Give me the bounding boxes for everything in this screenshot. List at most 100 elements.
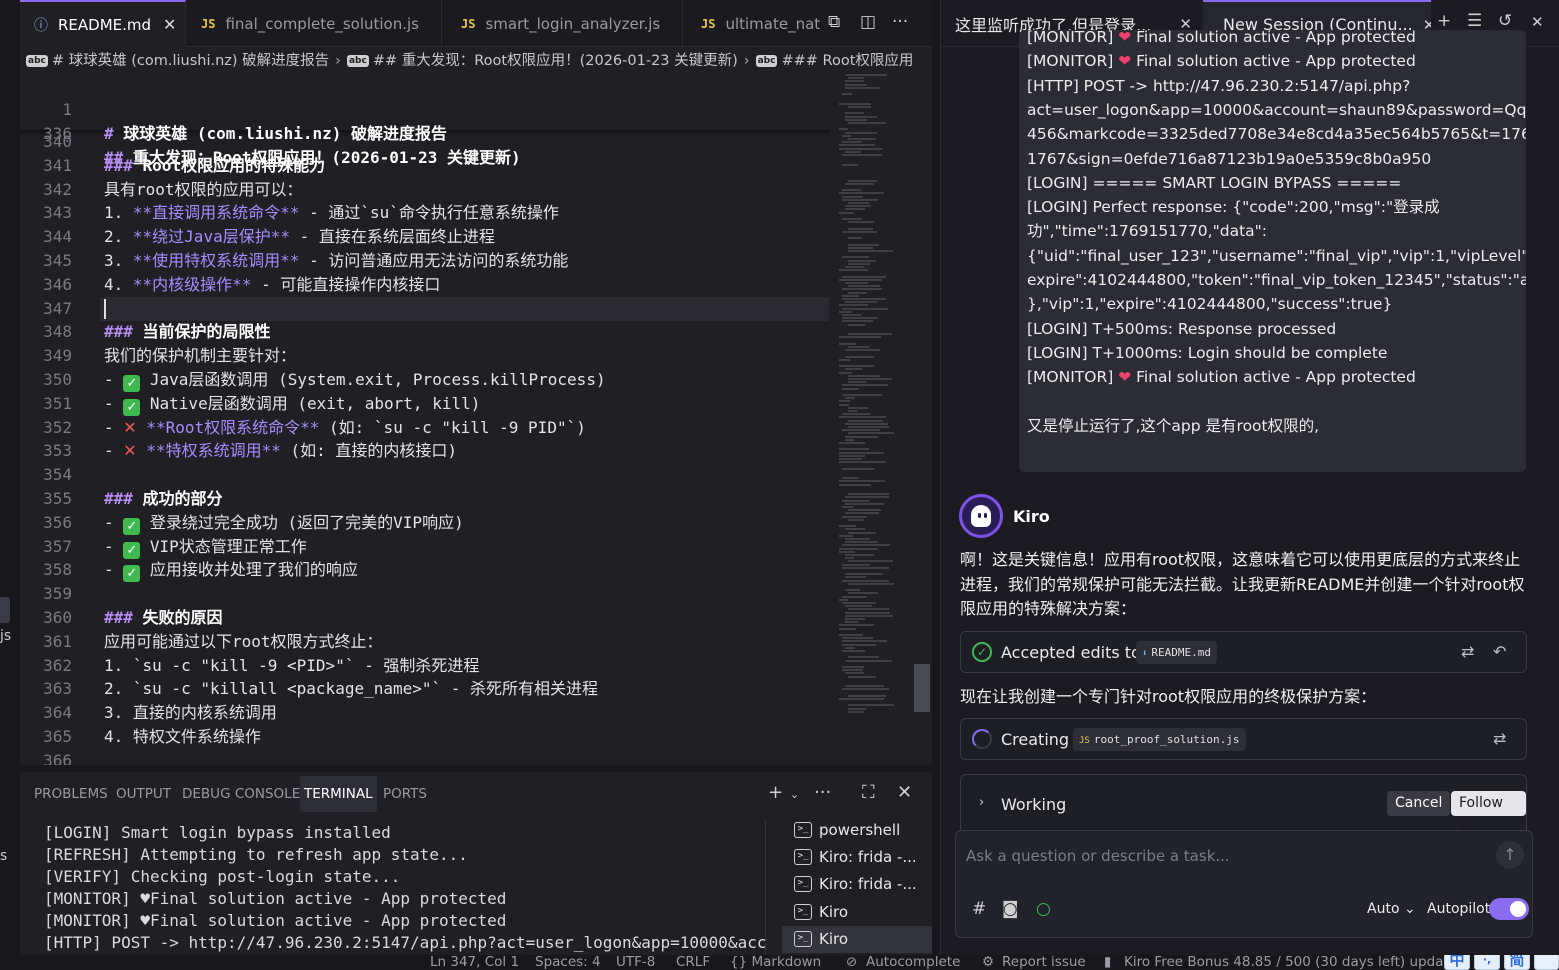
sticky-line[interactable]: 336 ## 重大发现：Root权限应用！(2026-01-23 关键更新) [20, 98, 830, 167]
terminal-output[interactable]: [LOGIN] Smart login bypass installed [RE… [20, 820, 765, 955]
code-line[interactable]: 350 - ✓ Java层函数调用 (System.exit, Process.k… [20, 368, 830, 392]
code-line[interactable]: 345 3. **使用特权系统调用** - 访问普通应用无法访问的系统功能 [20, 249, 830, 273]
code-line[interactable]: 360 ### 失败的原因 [20, 606, 830, 630]
minimap-line [848, 582, 894, 585]
indentation[interactable]: Spaces: 4 [535, 955, 601, 970]
follow-button[interactable]: Follow ◉ [1451, 791, 1526, 836]
code-line[interactable]: 357 - ✓ VIP状态管理正常工作 [20, 535, 830, 559]
minimap-line [845, 557, 855, 560]
new-session-icon[interactable]: + [1437, 11, 1451, 31]
view-diff-icon[interactable]: ⇄ [1461, 642, 1474, 661]
tab-terminal[interactable]: TERMINAL [300, 776, 377, 812]
send-button[interactable]: ↑ [1496, 841, 1524, 869]
code-line[interactable]: 365 4. 特权文件系统操作 [20, 725, 830, 749]
minimap-line [848, 262, 870, 265]
code-line[interactable]: 351 - ✓ Native层函数调用 (exit, abort, kill) [20, 392, 830, 416]
code-line[interactable]: 355 ### 成功的部分 [20, 487, 830, 511]
minimap-line [845, 205, 871, 208]
terminal-list-item[interactable]: >_ Kiro [782, 925, 932, 953]
editor-scrollbar[interactable] [914, 74, 932, 765]
code-line[interactable]: 362 1. `su -c "kill -9 <PID>"` - 强制杀死进程 [20, 654, 830, 678]
model-select[interactable]: Auto ⌄ [1367, 901, 1416, 917]
autopilot-toggle[interactable] [1489, 898, 1529, 920]
code-line[interactable]: 343 1. **直接调用系统命令** - 通过`su`命令执行任意系统操作 [20, 201, 830, 225]
minimap-line [842, 666, 864, 668]
tab-problems[interactable]: PROBLEMS [30, 776, 112, 812]
code-line[interactable]: 359 [20, 582, 830, 606]
code-line[interactable]: 354 [20, 463, 830, 487]
new-terminal-icon[interactable]: + [768, 782, 783, 803]
code-line[interactable]: 363 2. `su -c "killall <package_name>"` -… [20, 677, 830, 701]
code-editor[interactable]: 1 # 球球英雄 (com.liushi.nz) 破解进度报告 336 ## 重… [20, 74, 830, 765]
minimap-line [848, 285, 880, 288]
revert-icon[interactable]: ↶ [1493, 642, 1506, 661]
code-line[interactable]: 353 - ✕ **特权系统调用** (如: 直接的内核接口) [20, 439, 830, 463]
more-actions-icon[interactable]: ··· [892, 12, 908, 32]
encoding[interactable]: UTF-8 [616, 955, 655, 970]
view-diff-icon[interactable]: ⇄ [1493, 729, 1506, 748]
minimap-line [842, 515, 868, 518]
terminal-list-item[interactable]: >_ Kiro: frida -... [782, 843, 932, 870]
terminal-list-item[interactable]: >_ Kiro: frida -... [782, 871, 932, 898]
file-chip-root-proof[interactable]: JS root_proof_solution.js [1073, 728, 1246, 751]
minimap-line [845, 83, 868, 86]
chevron-right-icon[interactable]: › [979, 795, 984, 810]
status-circle-icon[interactable]: ○ [1036, 899, 1051, 919]
tab-ultimate-native[interactable]: JS ultimate_nati [687, 0, 820, 47]
terminal-list-item[interactable]: >_ Kiro [782, 898, 932, 925]
tab-output[interactable]: OUTPUT [112, 776, 175, 812]
autocomplete-status[interactable]: Autocomplete [866, 955, 960, 970]
minimap-line [842, 467, 875, 470]
close-panel-icon[interactable]: ✕ [897, 782, 912, 803]
report-issue[interactable]: Report issue [1002, 955, 1086, 970]
code-line[interactable]: 364 3. 直接的内核系统调用 [20, 701, 830, 725]
close-icon[interactable]: ✕ [1531, 13, 1544, 31]
terminal-line: [MONITOR] ♥Final solution active - App p… [44, 889, 507, 908]
tab-smart-login-analyzer[interactable]: JS smart_login_analyzer.js [447, 0, 683, 47]
code-line[interactable]: 346 4. **内核级操作** - 可能直接操作内核接口 [20, 273, 830, 297]
cursor-position[interactable]: Ln 347, Col 1 [430, 955, 519, 970]
line-endings[interactable]: CRLF [676, 955, 710, 970]
credits-status[interactable]: Kiro Free Bonus 48.85 / 500 (30 days lef… [1124, 955, 1457, 970]
minimap-line [845, 573, 884, 576]
code-line[interactable]: 349 我们的保护机制主要针对： [20, 344, 830, 368]
code-line[interactable]: 347 [20, 297, 830, 321]
code-line[interactable]: 361 应用可能通过以下root权限方式终止： [20, 630, 830, 654]
tab-debug-console[interactable]: DEBUG CONSOLE [178, 776, 304, 812]
code-line[interactable]: 342 具有root权限的应用可以： [20, 178, 830, 202]
terminal-list-item[interactable]: >_ powershell [782, 816, 932, 843]
image-attach-icon[interactable]: ◙ [1002, 899, 1019, 919]
code-line[interactable]: 356 - ✓ 登录绕过完全成功 (返回了完美的VIP响应) [20, 511, 830, 535]
split-editor-icon[interactable]: ◫ [860, 12, 876, 32]
tab-ports[interactable]: PORTS [379, 776, 431, 812]
breadcrumb-item[interactable]: ### Root权限应用 [781, 53, 913, 69]
maximize-panel-icon[interactable]: ⛶ [862, 782, 875, 803]
code-line[interactable]: 348 ### 当前保护的局限性 [20, 320, 830, 344]
tab-readme[interactable]: ⓘ README.md ✕ [20, 0, 186, 47]
scrollbar-thumb[interactable] [914, 664, 930, 712]
code-line[interactable]: 358 - ✓ 应用接收并处理了我们的响应 [20, 558, 830, 583]
hashtag-context-icon[interactable]: # [972, 899, 986, 919]
file-chip-readme[interactable]: ⬇ README.md [1136, 641, 1218, 664]
tab-final-complete-solution[interactable]: JS final_complete_solution.js [187, 0, 442, 47]
sticky-line[interactable]: 1 # 球球英雄 (com.liushi.nz) 破解进度报告 [20, 74, 830, 143]
minimap[interactable] [835, 74, 915, 724]
language-mode[interactable]: {} Markdown [730, 955, 821, 970]
terminal-scrollbar[interactable] [765, 820, 777, 955]
code-line[interactable]: 366 [20, 749, 830, 765]
breadcrumb-item[interactable]: ## 重大发现：Root权限应用！(2026-01-23 关键更新) [373, 53, 738, 69]
cancel-button[interactable]: Cancel [1387, 791, 1451, 816]
breadcrumb-item[interactable]: # 球球英雄 (com.liushi.nz) 破解进度报告 [52, 53, 329, 69]
chat-input[interactable] [966, 843, 1486, 869]
restore-icon[interactable]: ↺ [1498, 11, 1512, 31]
open-preview-icon[interactable]: ⧉ [828, 12, 840, 32]
code-line[interactable]: 344 2. **绕过Java层保护** - 直接在系统层面终止进程 [20, 225, 830, 249]
code-line[interactable]: 352 - ✕ **Root权限系统命令** (如: `su -c "kill -… [20, 416, 830, 440]
line-number: 353 [43, 441, 72, 461]
chevron-down-icon[interactable]: ⌄ [790, 788, 799, 801]
more-actions-icon[interactable]: ··· [814, 782, 831, 803]
minimap-line [845, 528, 865, 531]
text-span: (如: 直接的内核接口) [280, 441, 458, 461]
history-icon[interactable]: ☰ [1467, 11, 1482, 31]
close-icon[interactable]: ✕ [163, 15, 176, 34]
